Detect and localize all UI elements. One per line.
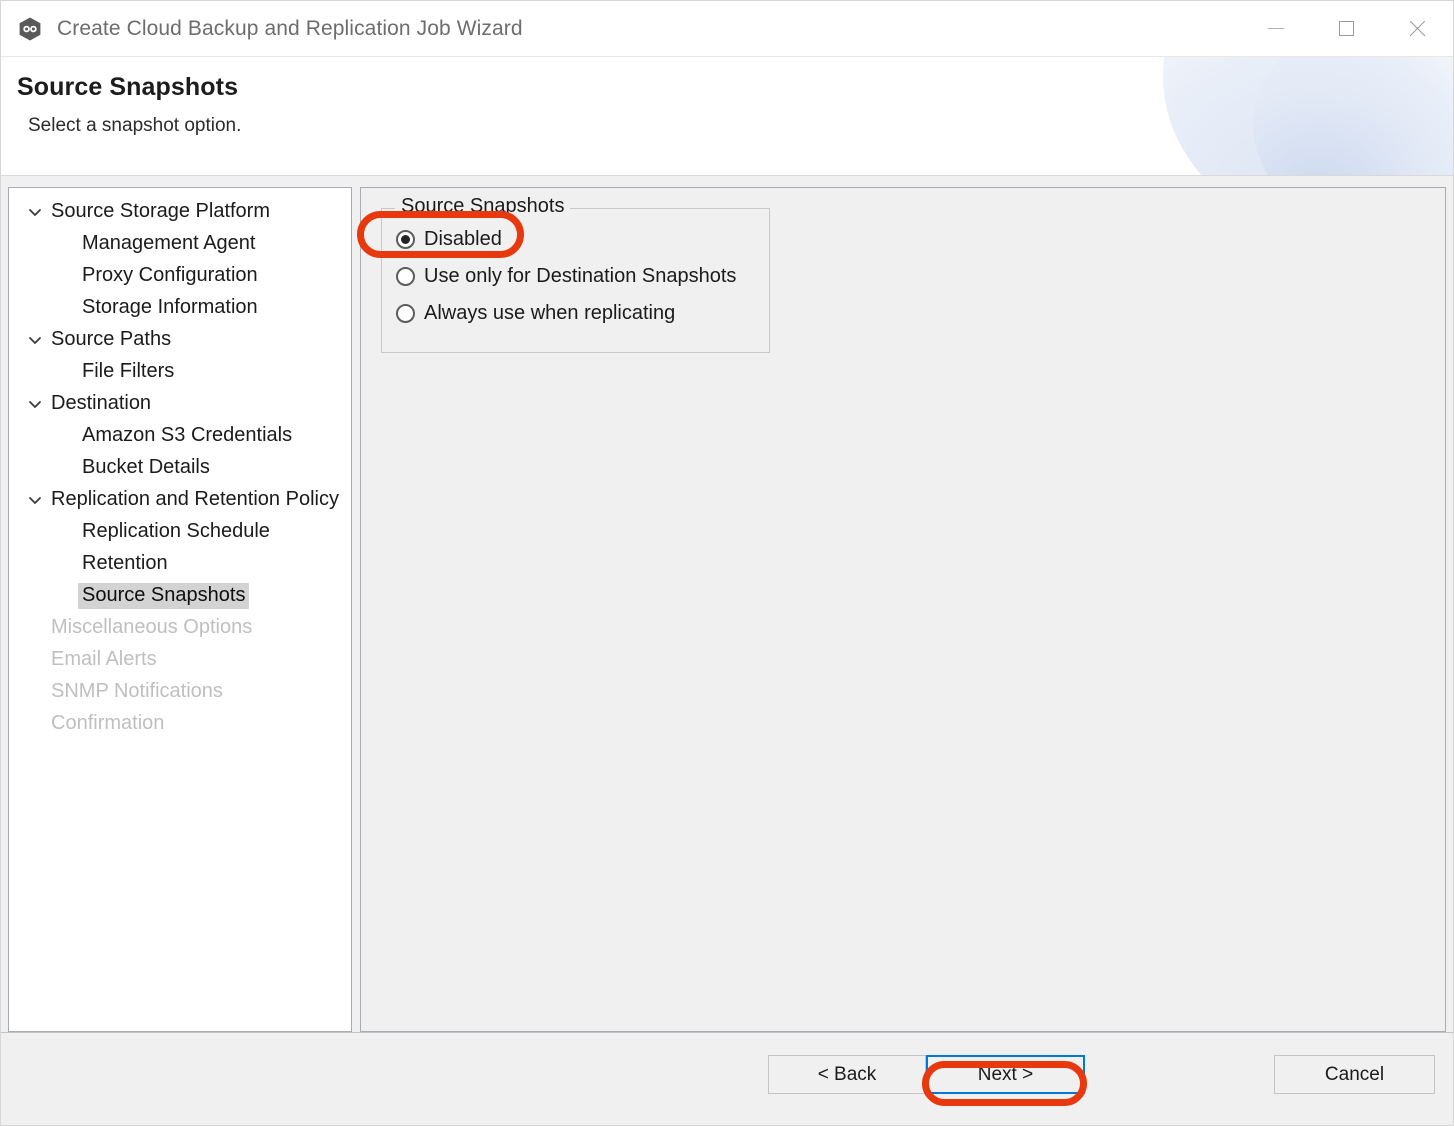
next-button[interactable]: Next > <box>926 1055 1085 1094</box>
sidebar-item-label: Replication Schedule <box>82 520 270 542</box>
chevron-down-icon <box>22 396 47 412</box>
close-icon <box>1408 19 1427 38</box>
chevron-down-icon <box>22 492 47 508</box>
chevron-down-icon <box>22 332 47 348</box>
radio-unselected-icon[interactable] <box>396 304 415 323</box>
sidebar-item-replication-and-retention-policy[interactable]: Replication and Retention Policy <box>9 484 351 516</box>
hexagon-link-icon <box>17 16 43 42</box>
page-title: Source Snapshots <box>17 73 239 101</box>
sidebar-item-source-storage-platform[interactable]: Source Storage Platform <box>9 196 351 228</box>
sidebar-item-label: Proxy Configuration <box>82 264 258 286</box>
sidebar-item-label: Retention <box>82 552 168 574</box>
sidebar-item-snmp-notifications: SNMP Notifications <box>9 676 351 708</box>
sidebar-item-confirmation: Confirmation <box>9 708 351 740</box>
sidebar-item-label: File Filters <box>82 360 175 382</box>
radio-option-always-use-when-replicating[interactable]: Always use when replicating <box>396 295 769 332</box>
sidebar-item-source-paths[interactable]: Source Paths <box>9 324 351 356</box>
close-button[interactable] <box>1382 1 1453 56</box>
content-panel: Source Snapshots Disabled Use only for De… <box>360 187 1446 1032</box>
radio-option-label: Use only for Destination Snapshots <box>424 265 737 287</box>
footer-bar: < Back Next > Cancel <box>1 1032 1453 1125</box>
sidebar-item-label: Miscellaneous Options <box>51 616 253 638</box>
wizard-step-tree[interactable]: Source Storage Platform Management Agent P… <box>8 187 352 1032</box>
sidebar-item-label: Source Snapshots <box>78 583 250 609</box>
title-bar: Create Cloud Backup and Replication Job … <box>1 1 1453 57</box>
minimize-icon <box>1267 28 1284 29</box>
sidebar-item-label: Bucket Details <box>82 456 210 478</box>
sidebar-item-bucket-details[interactable]: Bucket Details <box>9 452 351 484</box>
sidebar-item-label: Destination <box>51 392 152 414</box>
header-decoration-inner <box>1253 57 1453 175</box>
sidebar-item-management-agent[interactable]: Management Agent <box>9 228 351 260</box>
sidebar-item-amazon-s3-credentials[interactable]: Amazon S3 Credentials <box>9 420 351 452</box>
window-controls <box>1240 1 1453 56</box>
sidebar-item-email-alerts: Email Alerts <box>9 644 351 676</box>
back-button[interactable]: < Back <box>768 1055 926 1094</box>
window-title: Create Cloud Backup and Replication Job … <box>57 16 523 40</box>
maximize-button[interactable] <box>1311 1 1382 56</box>
radio-option-label: Disabled <box>424 228 502 250</box>
groupbox-title: Source Snapshots <box>395 195 571 218</box>
radio-selected-icon[interactable] <box>396 230 415 249</box>
snapshot-option-radio-group[interactable]: Disabled Use only for Destination Snapsho… <box>382 221 769 332</box>
minimize-button[interactable] <box>1240 1 1311 56</box>
sidebar-item-label: Management Agent <box>82 232 256 254</box>
sidebar-item-label: Confirmation <box>51 712 165 734</box>
radio-option-label: Always use when replicating <box>424 302 676 324</box>
sidebar-item-destination[interactable]: Destination <box>9 388 351 420</box>
sidebar-item-storage-information[interactable]: Storage Information <box>9 292 351 324</box>
sidebar-item-label: SNMP Notifications <box>51 680 223 702</box>
sidebar-item-retention[interactable]: Retention <box>9 548 351 580</box>
maximize-icon <box>1339 21 1354 36</box>
sidebar-item-label: Email Alerts <box>51 648 157 670</box>
chevron-down-icon <box>22 204 47 220</box>
wizard-window: Create Cloud Backup and Replication Job … <box>0 0 1454 1126</box>
cancel-button[interactable]: Cancel <box>1274 1055 1435 1094</box>
sidebar-item-label: Source Storage Platform <box>51 200 270 222</box>
sidebar-item-source-snapshots[interactable]: Source Snapshots <box>9 580 351 612</box>
radio-option-disabled[interactable]: Disabled <box>396 221 769 258</box>
sidebar-item-label: Amazon S3 Credentials <box>82 424 293 446</box>
sidebar-item-label: Storage Information <box>82 296 258 318</box>
sidebar-item-miscellaneous-options: Miscellaneous Options <box>9 612 351 644</box>
sidebar-item-replication-schedule[interactable]: Replication Schedule <box>9 516 351 548</box>
body-area: Source Storage Platform Management Agent P… <box>1 176 1453 1032</box>
sidebar-item-file-filters[interactable]: File Filters <box>9 356 351 388</box>
sidebar-item-proxy-configuration[interactable]: Proxy Configuration <box>9 260 351 292</box>
source-snapshots-groupbox: Source Snapshots Disabled Use only for De… <box>381 195 770 353</box>
sidebar-item-label: Source Paths <box>51 328 172 350</box>
sidebar-item-label: Replication and Retention Policy <box>51 488 339 510</box>
page-header-banner: Source Snapshots Select a snapshot optio… <box>1 57 1453 176</box>
page-subtitle: Select a snapshot option. <box>28 115 242 136</box>
radio-unselected-icon[interactable] <box>396 267 415 286</box>
radio-option-use-only-for-destination-snapshots[interactable]: Use only for Destination Snapshots <box>396 258 769 295</box>
